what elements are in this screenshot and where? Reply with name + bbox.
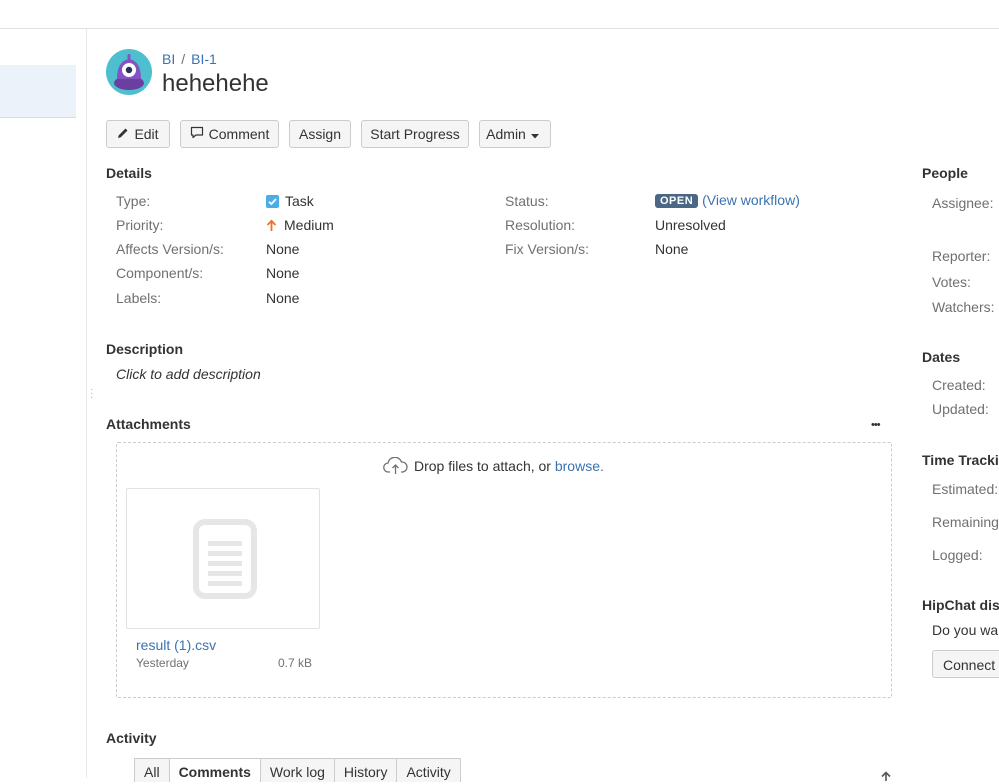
activity-heading: Activity [106,730,157,746]
arrow-up-icon [266,218,277,232]
dates-heading: Dates [922,349,961,365]
comment-button-label: Comment [208,126,270,142]
file-icon [193,519,257,602]
top-header-bar [0,0,999,29]
votes-label: Votes: [932,274,971,290]
type-value-text: Task [285,193,314,209]
description-placeholder[interactable]: Click to add description [116,366,261,382]
status-badge: OPEN [655,194,699,208]
estimated-label: Estimated: [932,481,999,497]
scroll-up-icon[interactable] [880,768,892,784]
priority-value-text: Medium [284,217,334,233]
attachments-more-options-button[interactable]: ••• [871,419,881,431]
caret-down-icon [530,126,544,142]
breadcrumb: BI / BI-1 [162,51,217,67]
assign-button[interactable]: Assign [289,120,351,148]
tab-comments[interactable]: Comments [168,758,261,782]
affects-version-label: Affects Version/s: [116,241,224,257]
attachment-thumbnail[interactable] [126,488,320,629]
updated-label: Updated: [932,401,989,417]
time-tracking-heading: Time Trackin [922,452,999,468]
resolution-label: Resolution: [505,217,576,233]
admin-dropdown-button[interactable]: Admin [479,120,551,148]
details-heading: Details [106,165,152,181]
start-progress-button[interactable]: Start Progress [361,120,469,148]
activity-tabs: All Comments Work log History Activity [134,758,461,782]
resolution-value: Unresolved [655,217,726,233]
hipchat-heading: HipChat disc [922,597,999,613]
description-heading: Description [106,341,184,357]
status-label: Status: [505,193,549,209]
view-workflow-link[interactable]: View workflow [707,192,795,208]
edit-button[interactable]: Edit [106,120,170,148]
tab-activity[interactable]: Activity [396,758,461,782]
hipchat-connect-button[interactable]: Connect [932,650,999,678]
remaining-label: Remaining: [932,514,999,530]
admin-button-label: Admin [486,126,526,142]
attachment-file-name-link[interactable]: result (1).csv [136,637,216,653]
breadcrumb-separator: / [181,51,186,67]
labels-label: Labels: [116,290,162,306]
fix-version-value: None [655,241,689,257]
watchers-label: Watchers: [932,299,995,315]
reporter-label: Reporter: [932,248,991,264]
affects-version-value: None [266,241,300,257]
hipchat-prompt-text: Do you war [932,622,999,638]
attachment-size: 0.7 kB [278,656,313,670]
type-label: Type: [116,193,151,209]
sidebar-resize-handle[interactable]: · · · [90,385,94,403]
pencil-icon [117,126,134,142]
fix-version-label: Fix Version/s: [505,241,590,257]
logged-label: Logged: [932,547,983,563]
cloud-upload-icon [383,457,408,475]
component-label: Component/s: [116,265,204,281]
created-label: Created: [932,377,986,393]
sidebar-selected-item[interactable] [0,65,76,118]
component-value: None [266,265,300,281]
attachments-heading: Attachments [106,416,191,432]
issue-title[interactable]: hehehehe [162,70,269,98]
attachment-date: Yesterday [136,656,189,670]
tab-history[interactable]: History [333,758,398,782]
comment-icon [190,126,209,142]
dropzone-message: Drop files to attach, or browse. [383,457,604,475]
browse-link[interactable]: browse. [555,458,604,474]
breadcrumb-issue-link[interactable]: BI-1 [191,51,217,67]
priority-label: Priority: [116,217,164,233]
comment-button[interactable]: Comment [180,120,279,148]
labels-value: None [266,290,300,306]
breadcrumb-project-link[interactable]: BI [162,51,175,67]
tab-work-log[interactable]: Work log [259,758,335,782]
assignee-label: Assignee: [932,195,994,211]
edit-button-label: Edit [134,126,159,142]
view-workflow-close-paren: ) [795,192,800,208]
dropzone-text: Drop files to attach, or [414,458,555,474]
priority-value: Medium [266,217,334,233]
tab-all[interactable]: All [134,758,170,782]
left-sidebar [0,29,87,778]
task-checkbox-icon [266,194,279,208]
project-avatar-icon[interactable] [106,49,152,95]
status-value: OPEN (View workflow) [655,192,800,208]
people-heading: People [922,165,968,181]
type-value: Task [266,193,314,209]
